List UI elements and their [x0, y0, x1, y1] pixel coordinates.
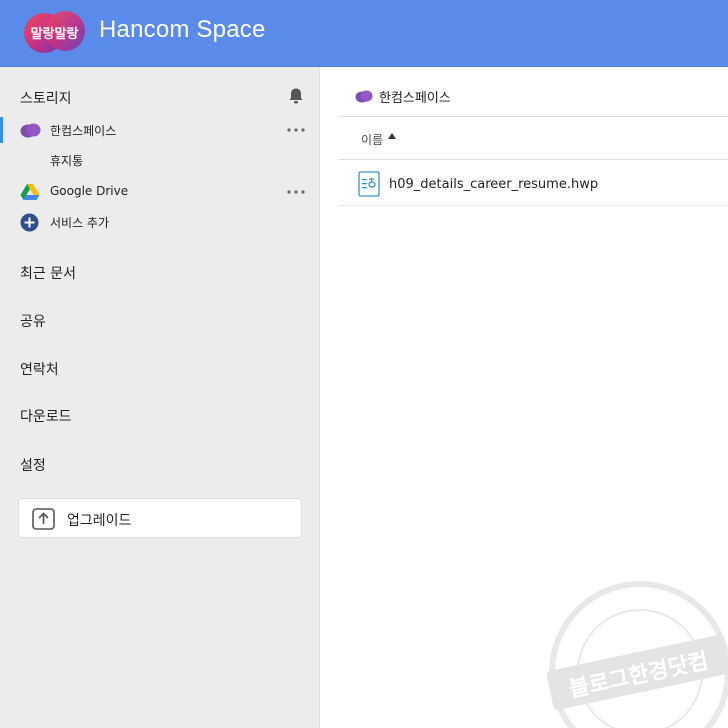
app-header: 말랑말랑 Hancom Space: [0, 0, 728, 67]
sidebar-item-label: Google Drive: [50, 184, 129, 198]
nav-recent-documents[interactable]: 최근 문서: [20, 263, 76, 283]
sidebar-item-google-drive[interactable]: Google Drive: [0, 179, 320, 205]
sort-ascending-icon[interactable]: [388, 133, 396, 139]
divider: [338, 116, 728, 117]
file-row[interactable]: h09_details_career_resume.hwp: [338, 160, 728, 206]
svg-text:말랑말랑: 말랑말랑: [31, 27, 79, 42]
storage-header: 스토리지: [20, 91, 72, 107]
more-options-icon[interactable]: [286, 188, 306, 196]
hwp-file-icon: [358, 171, 380, 197]
hancom-cloud-icon: [355, 90, 373, 103]
sidebar-item-hancom-space[interactable]: 한컴스페이스: [0, 117, 320, 143]
nav-shared[interactable]: 공유: [20, 311, 46, 331]
more-options-icon[interactable]: [286, 126, 306, 134]
nav-downloads[interactable]: 다운로드: [20, 406, 72, 426]
malang-logo[interactable]: 말랑말랑: [23, 9, 86, 56]
file-name: h09_details_career_resume.hwp: [389, 177, 599, 192]
breadcrumb-label: 한컴스페이스: [379, 91, 451, 106]
add-service-icon: [20, 213, 39, 232]
active-indicator: [0, 117, 3, 143]
nav-settings[interactable]: 설정: [20, 455, 46, 475]
sidebar-item-add-service[interactable]: 서비스 추가: [0, 209, 320, 235]
bell-icon[interactable]: [288, 87, 304, 105]
blog-watermark-stamp: 블로그한경닷컴: [546, 581, 728, 728]
upgrade-label: 업그레이드: [67, 513, 132, 529]
sidebar: 스토리지 한컴스페이스 휴지통 Google Drive 서비스 추가 최근 문…: [0, 67, 320, 728]
hancom-cloud-icon: [20, 123, 41, 138]
sidebar-item-trash[interactable]: 휴지통: [0, 147, 320, 173]
sidebar-item-label: 서비스 추가: [50, 216, 110, 230]
sidebar-item-label: 휴지통: [50, 154, 84, 168]
upload-arrow-icon: [32, 508, 55, 530]
app-title: Hancom Space: [99, 16, 266, 43]
nav-contacts[interactable]: 연락처: [20, 359, 59, 379]
google-drive-icon: [20, 184, 40, 200]
column-header-name[interactable]: 이름: [361, 131, 383, 148]
upgrade-button[interactable]: 업그레이드: [18, 498, 302, 538]
sidebar-item-label: 한컴스페이스: [50, 124, 117, 138]
